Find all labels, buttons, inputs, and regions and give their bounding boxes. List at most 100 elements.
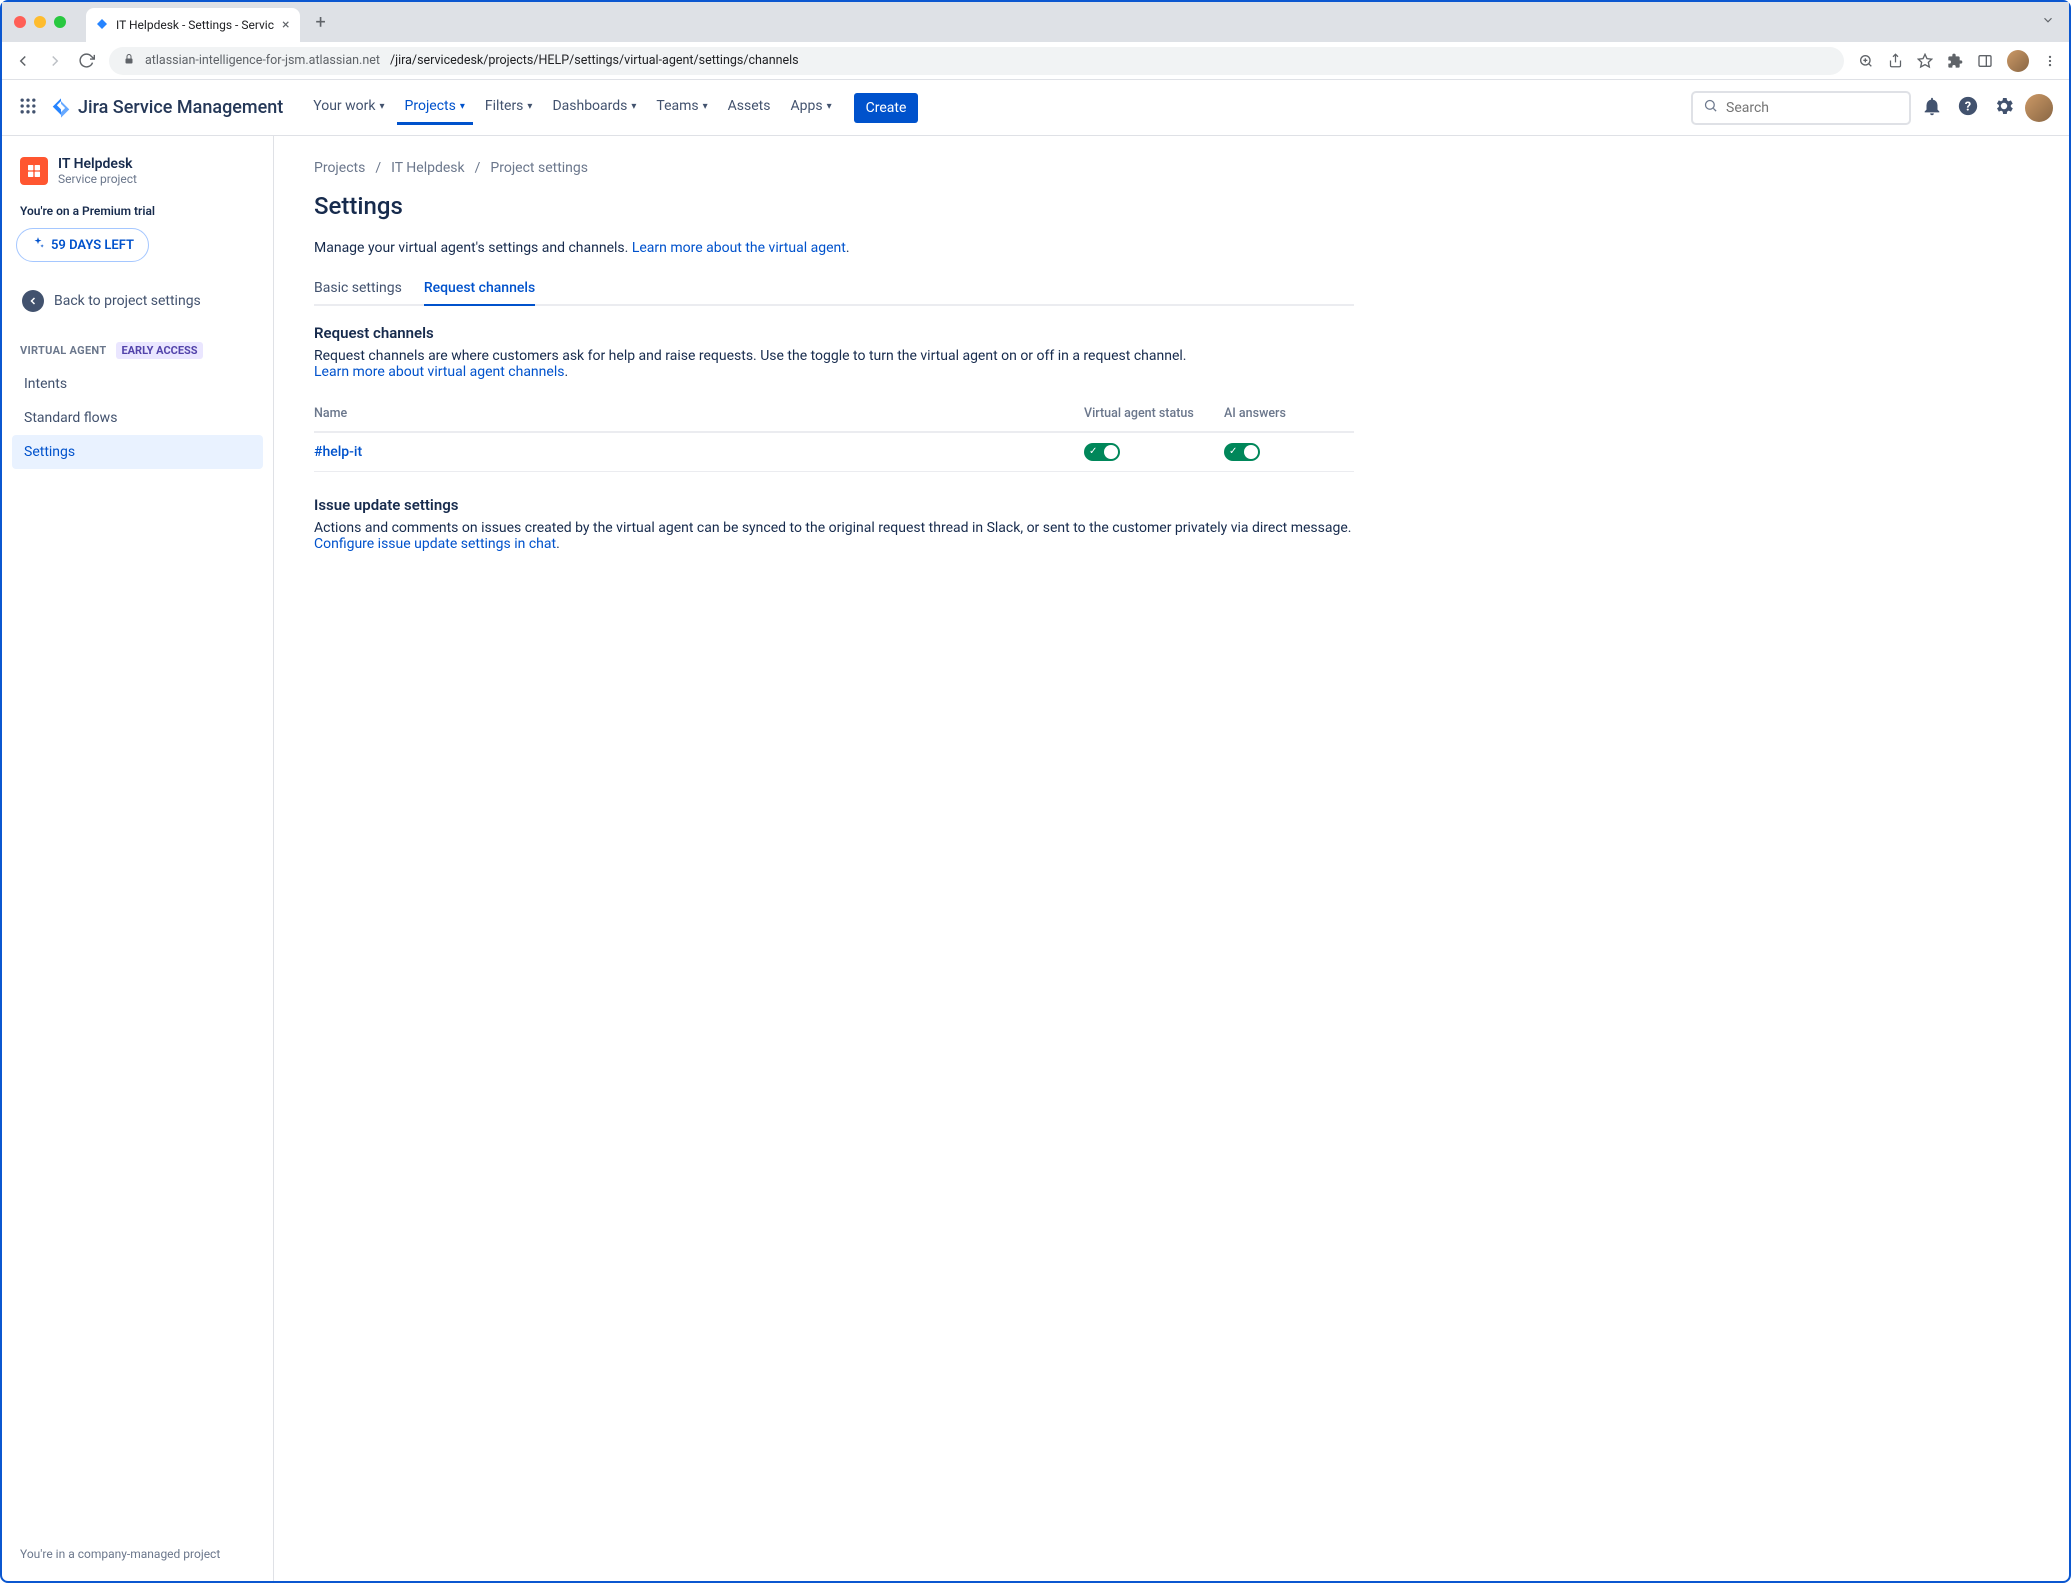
learn-more-virtual-agent-link[interactable]: Learn more about the virtual agent: [632, 240, 846, 256]
chevron-down-icon: ▾: [827, 101, 832, 112]
nav-item-projects[interactable]: Projects▾: [397, 90, 473, 125]
main-content: Projects / IT Helpdesk / Project setting…: [274, 136, 1394, 1581]
request-channels-desc: Request channels are where customers ask…: [314, 348, 1354, 380]
new-tab-button[interactable]: +: [316, 12, 326, 33]
forward-icon[interactable]: [46, 52, 64, 70]
browser-tab-title: IT Helpdesk - Settings - Servic: [116, 18, 274, 32]
chevron-down-icon: ▾: [527, 101, 532, 112]
check-icon: ✓: [1229, 447, 1237, 457]
chevron-down-icon: ▾: [703, 101, 708, 112]
back-label: Back to project settings: [54, 293, 201, 309]
page-title: Settings: [314, 192, 1354, 220]
nav-item-dashboards[interactable]: Dashboards▾: [544, 90, 644, 125]
virtual-agent-status-toggle[interactable]: ✓: [1084, 443, 1120, 461]
project-header[interactable]: IT Helpdesk Service project: [12, 156, 263, 200]
app-nav: Jira Service Management Your work▾ Proje…: [2, 80, 2069, 136]
col-header-ai: AI answers: [1224, 406, 1354, 421]
fullscreen-window-dot[interactable]: [54, 16, 66, 28]
project-name: IT Helpdesk: [58, 156, 137, 172]
breadcrumb-project[interactable]: IT Helpdesk: [391, 160, 464, 176]
app-switcher-icon[interactable]: [18, 96, 38, 120]
sidepanel-icon[interactable]: [1977, 53, 1993, 69]
days-left-label: 59 DAYS LEFT: [51, 238, 134, 253]
sparkle-icon: [31, 236, 45, 254]
issue-update-heading: Issue update settings: [314, 496, 1354, 514]
configure-issue-update-link[interactable]: Configure issue update settings in chat: [314, 536, 556, 552]
virtual-agent-label: VIRTUAL AGENT: [20, 344, 106, 357]
address-bar[interactable]: atlassian-intelligence-for-jsm.atlassian…: [109, 47, 1844, 75]
breadcrumb-project-settings[interactable]: Project settings: [490, 160, 588, 176]
col-header-status: Virtual agent status: [1084, 406, 1224, 421]
project-avatar-icon: [20, 157, 48, 185]
col-header-name: Name: [314, 406, 1084, 421]
browser-tab[interactable]: IT Helpdesk - Settings - Servic ×: [86, 8, 300, 42]
breadcrumb-projects[interactable]: Projects: [314, 160, 365, 176]
create-button[interactable]: Create: [854, 93, 919, 123]
nav-items: Your work▾ Projects▾ Filters▾ Dashboards…: [305, 90, 839, 125]
browser-chrome: IT Helpdesk - Settings - Servic × + atla…: [2, 2, 2069, 80]
lock-icon: [123, 53, 135, 69]
tab-basic-settings[interactable]: Basic settings: [314, 280, 402, 306]
share-icon[interactable]: [1888, 53, 1903, 68]
product-logo[interactable]: Jira Service Management: [50, 97, 283, 119]
nav-item-filters[interactable]: Filters▾: [477, 90, 541, 125]
kebab-menu-icon[interactable]: [2043, 54, 2057, 68]
trial-line: You're on a Premium trial: [12, 200, 263, 228]
learn-more-channels-link[interactable]: Learn more about virtual agent channels: [314, 364, 564, 380]
issue-update-desc: Actions and comments on issues created b…: [314, 520, 1354, 552]
nav-item-apps[interactable]: Apps▾: [783, 90, 840, 125]
minimize-window-dot[interactable]: [34, 16, 46, 28]
sidebar-section-label: VIRTUAL AGENT EARLY ACCESS: [12, 322, 263, 367]
url-host: atlassian-intelligence-for-jsm.atlassian…: [145, 53, 380, 68]
days-left-pill[interactable]: 59 DAYS LEFT: [16, 228, 149, 262]
chevron-down-icon: ▾: [379, 101, 384, 112]
settings-tabs: Basic settings Request channels: [314, 280, 1354, 306]
url-path: /jira/servicedesk/projects/HELP/settings…: [390, 53, 799, 68]
sidebar-item-standard-flows[interactable]: Standard flows: [12, 401, 263, 435]
help-icon[interactable]: ?: [1953, 91, 1983, 125]
mac-traffic-lights: [14, 16, 66, 28]
sidebar: IT Helpdesk Service project You're on a …: [2, 136, 274, 1581]
early-access-lozenge: EARLY ACCESS: [116, 342, 202, 359]
project-type: Service project: [58, 172, 137, 186]
user-avatar[interactable]: [2025, 94, 2053, 122]
tab-overflow-icon[interactable]: [2041, 13, 2055, 31]
table-header-row: Name Virtual agent status AI answers: [314, 396, 1354, 433]
search-icon: [1703, 98, 1718, 117]
zoom-icon[interactable]: [1858, 53, 1874, 69]
back-arrow-icon: [22, 290, 44, 312]
browser-toolbar: atlassian-intelligence-for-jsm.atlassian…: [2, 42, 2069, 80]
search-box[interactable]: [1691, 91, 1911, 125]
sidebar-item-settings[interactable]: Settings: [12, 435, 263, 469]
close-window-dot[interactable]: [14, 16, 26, 28]
svg-text:?: ?: [1965, 99, 1971, 114]
product-name: Jira Service Management: [78, 97, 283, 118]
ai-answers-toggle[interactable]: ✓: [1224, 443, 1260, 461]
extensions-icon[interactable]: [1947, 53, 1963, 69]
channel-link[interactable]: #help-it: [314, 444, 362, 460]
page-lead: Manage your virtual agent's settings and…: [314, 240, 1354, 256]
nav-item-assets[interactable]: Assets: [720, 90, 779, 125]
notifications-icon[interactable]: [1917, 91, 1947, 125]
nav-item-your-work[interactable]: Your work▾: [305, 90, 392, 125]
close-tab-icon[interactable]: ×: [282, 17, 289, 33]
sidebar-footer: You're in a company-managed project: [12, 1537, 263, 1571]
star-icon[interactable]: [1917, 53, 1933, 69]
chevron-down-icon: ▾: [460, 101, 465, 112]
jira-favicon-icon: [96, 18, 108, 33]
search-input[interactable]: [1726, 100, 1899, 116]
profile-chip[interactable]: [2007, 50, 2029, 72]
chevron-down-icon: ▾: [631, 101, 636, 112]
channels-table: Name Virtual agent status AI answers #he…: [314, 396, 1354, 472]
tab-request-channels[interactable]: Request channels: [424, 280, 535, 306]
reload-icon[interactable]: [78, 52, 95, 70]
sidebar-item-intents[interactable]: Intents: [12, 367, 263, 401]
nav-item-teams[interactable]: Teams▾: [648, 90, 715, 125]
breadcrumbs: Projects / IT Helpdesk / Project setting…: [314, 160, 1354, 176]
table-row: #help-it ✓ ✓: [314, 433, 1354, 472]
back-to-project-settings[interactable]: Back to project settings: [12, 280, 263, 322]
request-channels-heading: Request channels: [314, 324, 1354, 342]
settings-icon[interactable]: [1989, 91, 2019, 125]
check-icon: ✓: [1089, 447, 1097, 457]
back-icon[interactable]: [14, 52, 32, 70]
